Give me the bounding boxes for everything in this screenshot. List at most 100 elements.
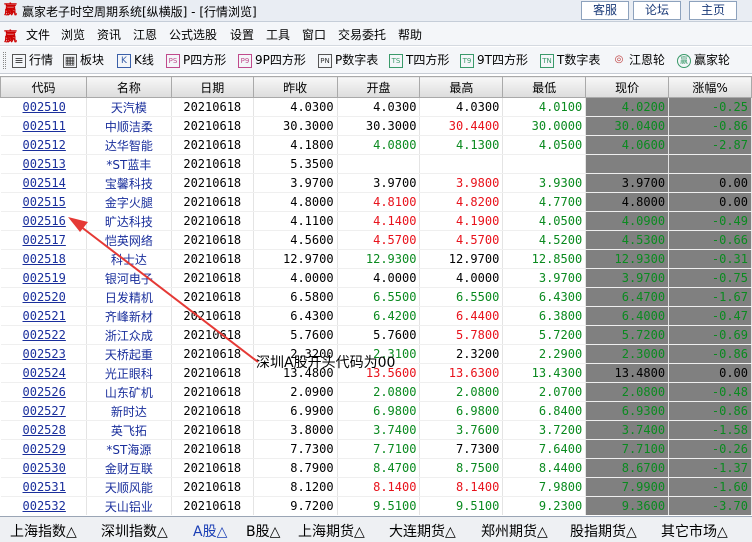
customer-service-button[interactable]: 客服 — [581, 1, 629, 20]
table-row[interactable]: 002529 *ST海源 20210618 7.7300 7.7100 7.7300 7.6… — [0, 439, 752, 459]
toolbar-t-square-button[interactable]: TS T四方形 — [389, 51, 449, 70]
col-header-high[interactable]: 最高 — [419, 76, 504, 98]
table-row[interactable]: 002520 日发精机 20210618 6.5800 6.5500 6.5500 6.43… — [0, 287, 752, 307]
menu-help[interactable]: 帮助 — [398, 26, 422, 43]
cell-code[interactable]: 002532 — [0, 496, 87, 515]
tab-index-futures[interactable]: 股指期货△ — [570, 521, 637, 541]
cell-low: 4.0100 — [502, 97, 587, 117]
toolbar-label: 江恩轮 — [629, 53, 666, 67]
cell-price: 2.3000 — [585, 344, 670, 364]
cell-code[interactable]: 002528 — [0, 420, 87, 440]
toolbar-9p-square-button[interactable]: P9 9P四方形 — [238, 51, 306, 70]
cell-date: 20210618 — [171, 116, 254, 136]
cell-code[interactable]: 002515 — [0, 192, 87, 212]
col-header-low[interactable]: 最低 — [502, 76, 587, 98]
table-row[interactable]: 002532 天山铝业 20210618 9.7200 9.5100 9.5100 9.23… — [0, 496, 752, 515]
table-row[interactable]: 002518 科士达 20210618 12.9700 12.9300 12.9700 12… — [0, 249, 752, 269]
table-row[interactable]: 002522 浙江众成 20210618 5.7600 5.7600 5.7800 5.72… — [0, 325, 752, 345]
cell-code[interactable]: 002526 — [0, 382, 87, 402]
menu-file[interactable]: 文件 — [26, 26, 50, 43]
col-header-date[interactable]: 日期 — [170, 76, 254, 98]
toolbar-p-square-button[interactable]: PS P四方形 — [166, 51, 226, 70]
cell-code[interactable]: 002522 — [0, 325, 87, 345]
tab-b-shares[interactable]: B股△ — [246, 521, 280, 541]
table-row[interactable]: 002510 天汽模 20210618 4.0300 4.0300 4.0300 4.010… — [0, 97, 752, 117]
table-row[interactable]: 002528 英飞拓 20210618 3.8000 3.7400 3.7600 3.720… — [0, 420, 752, 440]
col-header-price[interactable]: 现价 — [585, 76, 670, 98]
menu-gann[interactable]: 江恩 — [133, 26, 157, 43]
toolbar-9t-square-button[interactable]: T9 9T四方形 — [460, 51, 528, 70]
menu-window[interactable]: 窗口 — [302, 26, 326, 43]
cell-code[interactable]: 002516 — [0, 211, 87, 231]
cell-date: 20210618 — [171, 477, 254, 497]
table-row[interactable]: 002530 金财互联 20210618 8.7900 8.4700 8.7500 8.44… — [0, 458, 752, 478]
menu-trade[interactable]: 交易委托 — [338, 26, 386, 43]
cell-name: 天山铝业 — [86, 496, 172, 515]
cell-code[interactable]: 002523 — [0, 344, 87, 364]
cell-code[interactable]: 002531 — [0, 477, 87, 497]
cell-code[interactable]: 002530 — [0, 458, 87, 478]
table-row[interactable]: 002527 新时达 20210618 6.9900 6.9800 6.9800 6.840… — [0, 401, 752, 421]
cell-open: 30.3000 — [337, 116, 421, 136]
toolbar-quotes-button[interactable]: ≡ 行情 — [12, 51, 53, 70]
toolbar-t-number-table-button[interactable]: TN T数字表 — [540, 51, 600, 70]
tab-shenzhen-index[interactable]: 深圳指数△ — [101, 521, 168, 541]
cell-code[interactable]: 002510 — [0, 97, 87, 117]
menu-tools[interactable]: 工具 — [266, 26, 290, 43]
window-title: 赢家老子时空周期系统[纵横版] - [行情浏览] — [22, 5, 257, 19]
table-row[interactable]: 002516 旷达科技 20210618 4.1100 4.1400 4.1900 4.05… — [0, 211, 752, 231]
col-header-open[interactable]: 开盘 — [336, 76, 421, 98]
cell-date: 20210618 — [171, 363, 254, 383]
table-row[interactable]: 002517 恺英网络 20210618 4.5600 4.5700 4.5700 4.52… — [0, 230, 752, 250]
table-row[interactable]: 002526 山东矿机 20210618 2.0900 2.0800 2.0800 2.07… — [0, 382, 752, 402]
tab-dalian-futures[interactable]: 大连期货△ — [389, 521, 456, 541]
cell-open: 3.9700 — [337, 173, 421, 193]
cell-code[interactable]: 002517 — [0, 230, 87, 250]
toolbar-p-number-table-button[interactable]: PN P数字表 — [318, 51, 378, 70]
tab-shanghai-index[interactable]: 上海指数△ — [10, 521, 77, 541]
tab-a-shares[interactable]: A股△ — [193, 521, 227, 541]
cell-code[interactable]: 002519 — [0, 268, 87, 288]
menu-browse[interactable]: 浏览 — [61, 26, 85, 43]
cell-code[interactable]: 002529 — [0, 439, 87, 459]
menu-app-icon[interactable]: 赢 — [4, 26, 17, 45]
tab-shanghai-futures[interactable]: 上海期货△ — [298, 521, 365, 541]
col-header-code[interactable]: 代码 — [0, 76, 87, 98]
menu-settings[interactable]: 设置 — [230, 26, 254, 43]
col-header-change[interactable]: 涨幅% — [668, 76, 752, 98]
cell-code[interactable]: 002518 — [0, 249, 87, 269]
tab-zhengzhou-futures[interactable]: 郑州期货△ — [481, 521, 548, 541]
cell-code[interactable]: 002511 — [0, 116, 87, 136]
table-row[interactable]: 002513 *ST蓝丰 20210618 5.3500 — [0, 154, 752, 174]
cell-code[interactable]: 002521 — [0, 306, 87, 326]
cell-code[interactable]: 002514 — [0, 173, 87, 193]
cell-code[interactable]: 002520 — [0, 287, 87, 307]
menu-formula-screening[interactable]: 公式选股 — [169, 26, 217, 43]
toolbar-grip[interactable] — [3, 52, 6, 69]
cell-high: 2.0800 — [419, 382, 504, 402]
table-row[interactable]: 002515 金字火腿 20210618 4.8000 4.8100 4.8200 4.77… — [0, 192, 752, 212]
cell-code[interactable]: 002527 — [0, 401, 87, 421]
cell-prev: 4.1800 — [253, 135, 338, 155]
table-row[interactable]: 002512 达华智能 20210618 4.1800 4.0800 4.1300 4.05… — [0, 135, 752, 155]
forum-button[interactable]: 论坛 — [633, 1, 681, 20]
grid-icon: ▦ — [63, 53, 77, 68]
col-header-name[interactable]: 名称 — [85, 76, 172, 98]
table-row[interactable]: 002521 齐峰新材 20210618 6.4300 6.4200 6.4400 6.38… — [0, 306, 752, 326]
toolbar-winner-wheel-button[interactable]: 赢赢家轮 — [677, 51, 730, 70]
toolbar-gann-wheel-button[interactable]: ◎ 江恩轮 — [612, 51, 665, 70]
table-row[interactable]: 002531 天顺风能 20210618 8.1200 8.1400 8.1400 7.98… — [0, 477, 752, 497]
col-header-prev-close[interactable]: 昨收 — [252, 76, 338, 98]
table-row[interactable]: 002519 银河电子 20210618 4.0000 4.0000 4.0000 3.97… — [0, 268, 752, 288]
toolbar-kline-button[interactable]: K K线 — [117, 51, 154, 70]
cell-code[interactable]: 002524 — [0, 363, 87, 383]
cell-code[interactable]: 002513 — [0, 154, 87, 174]
toolbar-sectors-button[interactable]: ▦ 板块 — [63, 51, 104, 70]
table-row[interactable]: 002514 宝馨科技 20210618 3.9700 3.9700 3.9800 3.93… — [0, 173, 752, 193]
homepage-button[interactable]: 主页 — [689, 1, 737, 20]
tab-other-markets[interactable]: 其它市场△ — [661, 521, 728, 541]
menu-news[interactable]: 资讯 — [97, 26, 121, 43]
table-row[interactable]: 002511 中顺洁柔 20210618 30.3000 30.3000 30.4400 3… — [0, 116, 752, 136]
cell-high: 6.5500 — [419, 287, 504, 307]
cell-code[interactable]: 002512 — [0, 135, 87, 155]
